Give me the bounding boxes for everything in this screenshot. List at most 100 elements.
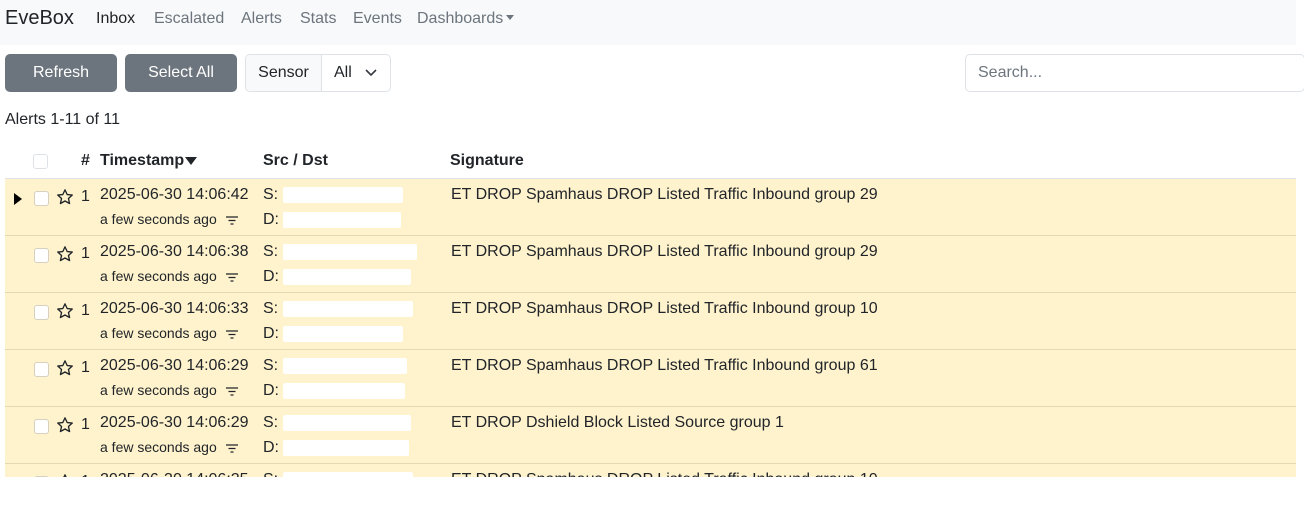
- star-icon[interactable]: [56, 473, 74, 477]
- sort-desc-icon: [185, 157, 198, 165]
- filter-icon[interactable]: [226, 387, 238, 396]
- table-row[interactable]: 1 2025-06-30 14:06:29 a few seconds ago S: …: [5, 407, 1296, 464]
- source-address: S:: [263, 471, 413, 477]
- destination-prefix: D:: [263, 268, 279, 285]
- relative-time: a few seconds ago: [100, 382, 217, 398]
- row-checkbox[interactable]: [34, 419, 49, 434]
- timestamp: 2025-06-30 14:06:42: [100, 186, 249, 203]
- source-prefix: S:: [263, 357, 279, 374]
- relative-time: a few seconds ago: [100, 439, 217, 455]
- sensor-select[interactable]: All: [322, 55, 390, 91]
- sensor-label: Sensor: [246, 55, 322, 91]
- header-src-dst: Src / Dst: [263, 152, 328, 169]
- alerts-count: Alerts 1-11 of 11: [5, 111, 121, 128]
- row-checkbox[interactable]: [34, 362, 49, 377]
- top-navbar: EveBox Inbox Escalated Alerts Stats Even…: [0, 0, 1296, 45]
- table-row[interactable]: 1 2025-06-30 14:06:33 a few seconds ago S: …: [5, 293, 1296, 350]
- source-address: S:: [263, 186, 403, 204]
- destination-prefix: D:: [263, 382, 279, 399]
- table-header: # Timestamp Src / Dst Signature: [5, 146, 1296, 179]
- sensor-filter-group: Sensor All: [245, 54, 391, 92]
- table-row[interactable]: 1 2025-06-30 14:06:29 a few seconds ago S: …: [5, 350, 1296, 407]
- signature[interactable]: ET DROP Spamhaus DROP Listed Traffic Inb…: [451, 357, 878, 375]
- timestamp: 2025-06-30 14:06:29: [100, 414, 249, 431]
- filter-icon[interactable]: [226, 273, 238, 282]
- header-signature: Signature: [450, 152, 524, 169]
- nav-events[interactable]: Events: [353, 10, 402, 28]
- nav-escalated[interactable]: Escalated: [154, 10, 224, 28]
- expand-caret-icon[interactable]: [14, 193, 22, 205]
- redacted-ip: [283, 211, 402, 228]
- source-address: S:: [263, 300, 413, 318]
- signature[interactable]: ET DROP Spamhaus DROP Listed Traffic Inb…: [451, 471, 878, 477]
- relative-time: a few seconds ago: [100, 211, 217, 227]
- nav-alerts[interactable]: Alerts: [241, 10, 282, 28]
- timestamp: 2025-06-30 14:06:25: [100, 471, 249, 477]
- event-count: 1: [81, 473, 90, 477]
- redacted-ip: [283, 439, 410, 456]
- event-count: 1: [81, 302, 90, 319]
- table-row[interactable]: 12025-06-30 14:06:25a few seconds agoS: …: [5, 464, 1296, 477]
- nav-dashboards-dropdown[interactable]: Dashboards: [417, 10, 515, 28]
- star-icon[interactable]: [56, 359, 74, 377]
- destination-prefix: D:: [263, 439, 279, 456]
- header-timestamp[interactable]: Timestamp: [100, 152, 198, 170]
- redacted-ip: [282, 243, 417, 260]
- source-prefix: S:: [263, 186, 279, 203]
- filter-icon[interactable]: [226, 216, 238, 225]
- row-checkbox[interactable]: [34, 305, 49, 320]
- redacted-ip: [283, 382, 406, 399]
- redacted-ip: [282, 414, 411, 431]
- nav-stats[interactable]: Stats: [300, 10, 336, 28]
- filter-icon[interactable]: [226, 330, 238, 339]
- nav-inbox[interactable]: Inbox: [96, 10, 135, 28]
- alerts-table: # Timestamp Src / Dst Signature 1 2025-06…: [5, 146, 1296, 477]
- brand-logo[interactable]: EveBox: [5, 7, 74, 30]
- select-all-button[interactable]: Select All: [125, 54, 237, 92]
- event-count: 1: [81, 416, 90, 433]
- event-count: 1: [81, 359, 90, 376]
- redacted-ip: [282, 300, 413, 317]
- search-input[interactable]: [965, 54, 1304, 92]
- table-row[interactable]: 1 2025-06-30 14:06:38 a few seconds ago S: …: [5, 236, 1296, 293]
- relative-time: a few seconds ago: [100, 325, 217, 341]
- row-checkbox[interactable]: [34, 191, 49, 206]
- table-row[interactable]: 1 2025-06-30 14:06:42 a few seconds ago S: …: [5, 179, 1296, 236]
- source-prefix: S:: [263, 414, 279, 431]
- sensor-select-value: All: [334, 64, 352, 81]
- nav-dashboards-label: Dashboards: [417, 10, 504, 27]
- destination-address: D:: [263, 211, 402, 229]
- row-checkbox[interactable]: [34, 476, 49, 477]
- row-checkbox[interactable]: [34, 248, 49, 263]
- signature[interactable]: ET DROP Spamhaus DROP Listed Traffic Inb…: [451, 300, 878, 318]
- signature[interactable]: ET DROP Dshield Block Listed Source grou…: [451, 414, 784, 432]
- destination-address: D:: [263, 325, 404, 343]
- source-address: S:: [263, 243, 417, 261]
- event-count: 1: [81, 245, 90, 262]
- chevron-down-icon: [365, 69, 377, 77]
- source-prefix: S:: [263, 300, 279, 317]
- star-icon[interactable]: [56, 245, 74, 263]
- source-address: S:: [263, 357, 407, 375]
- source-address: S:: [263, 414, 411, 432]
- destination-address: D:: [263, 268, 412, 286]
- destination-address: D:: [263, 439, 410, 457]
- redacted-ip: [282, 357, 407, 374]
- destination-address: D:: [263, 382, 406, 400]
- filter-icon[interactable]: [226, 444, 238, 453]
- relative-time: a few seconds ago: [100, 268, 217, 284]
- redacted-ip: [283, 268, 412, 285]
- timestamp: 2025-06-30 14:06:33: [100, 300, 249, 317]
- signature[interactable]: ET DROP Spamhaus DROP Listed Traffic Inb…: [451, 243, 878, 261]
- star-icon[interactable]: [56, 416, 74, 434]
- destination-prefix: D:: [263, 211, 279, 228]
- refresh-button[interactable]: Refresh: [5, 54, 117, 92]
- destination-prefix: D:: [263, 325, 279, 342]
- star-icon[interactable]: [56, 188, 74, 206]
- star-icon[interactable]: [56, 302, 74, 320]
- signature[interactable]: ET DROP Spamhaus DROP Listed Traffic Inb…: [451, 186, 878, 204]
- source-prefix: S:: [263, 243, 279, 260]
- redacted-ip: [282, 471, 413, 477]
- select-all-checkbox[interactable]: [33, 154, 48, 169]
- source-prefix: S:: [263, 471, 278, 477]
